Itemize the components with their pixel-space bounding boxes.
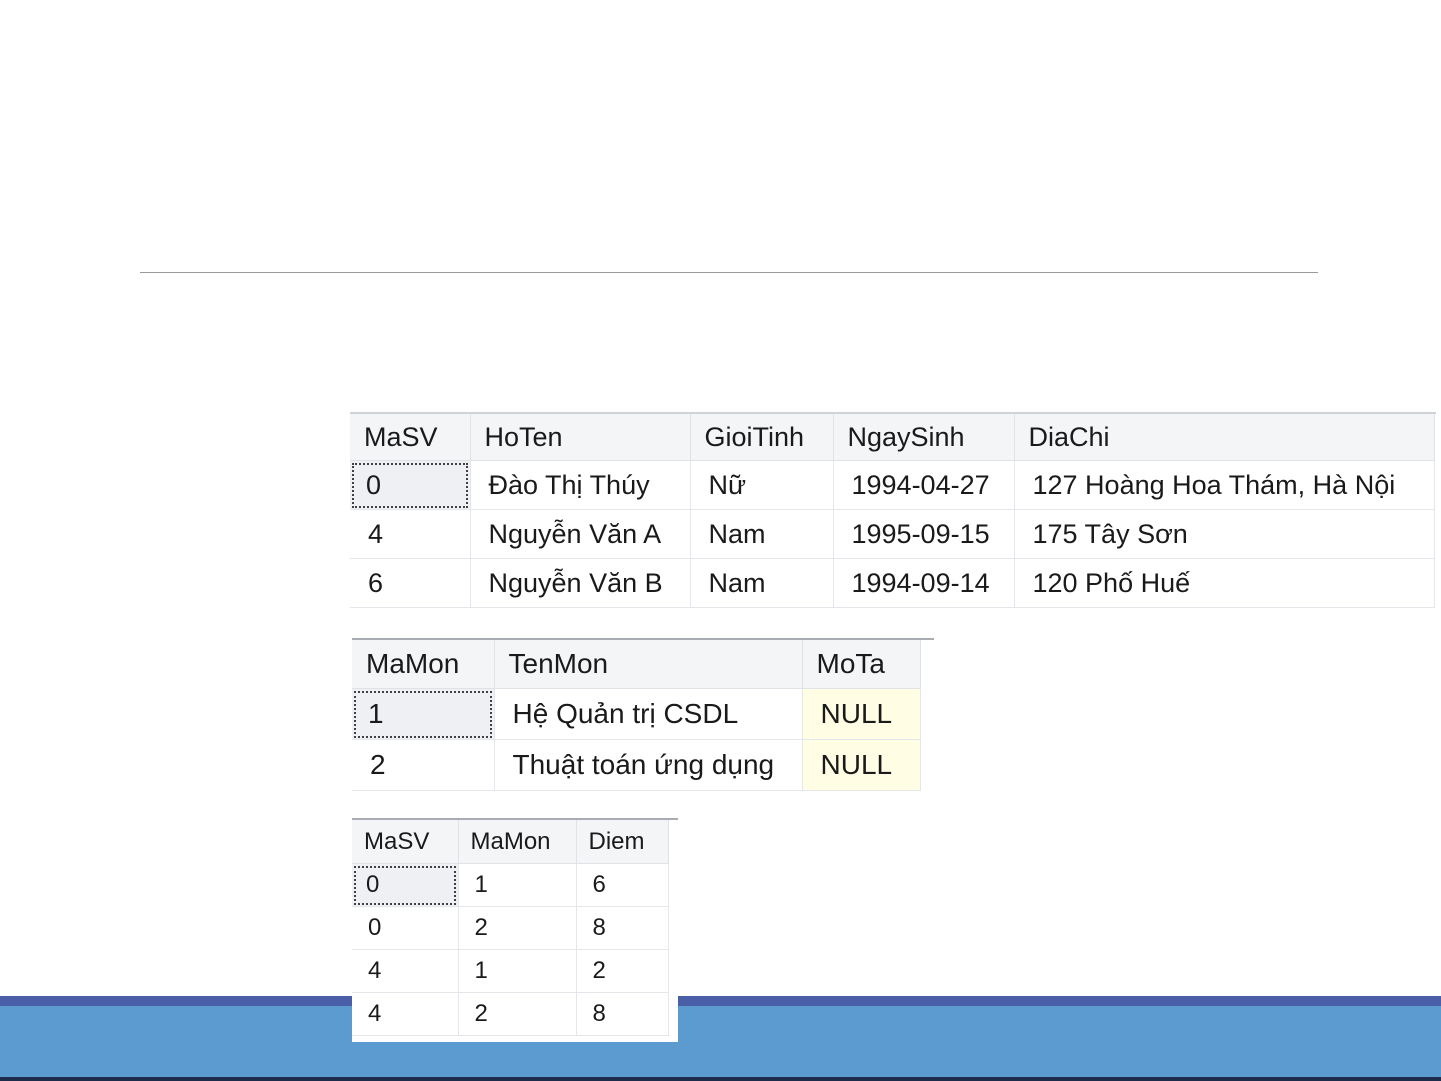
grid-header-row: MaSV MaMon Diem bbox=[352, 820, 669, 864]
grid-cell[interactable]: Hệ Quản trị CSDL bbox=[494, 688, 803, 740]
grid-header-row: MaSV HoTen GioiTinh NgaySinh DiaChi bbox=[350, 414, 1435, 461]
grid-cell[interactable]: Nam bbox=[690, 558, 834, 608]
footer-bottom-line bbox=[0, 1077, 1441, 1081]
column-header-mamon[interactable]: MaMon bbox=[458, 820, 577, 864]
column-header-mota[interactable]: MoTa bbox=[802, 640, 921, 689]
column-header-hoten[interactable]: HoTen bbox=[470, 414, 691, 461]
grid-cell-null[interactable]: NULL bbox=[802, 688, 921, 740]
table-row[interactable]: 0 Đào Thị Thúy Nữ 1994-04-27 127 Hoàng H… bbox=[350, 460, 1435, 510]
grid-cell[interactable]: Nguyễn Văn A bbox=[470, 509, 691, 559]
table-row[interactable]: 4 2 8 bbox=[352, 992, 669, 1036]
grid-cell[interactable]: 1995-09-15 bbox=[833, 509, 1015, 559]
table-row[interactable]: 0 1 6 bbox=[352, 863, 669, 907]
grid-cell[interactable]: 4 bbox=[352, 992, 459, 1036]
grid-cell[interactable]: 2 bbox=[458, 992, 577, 1036]
grid-cell[interactable]: 175 Tây Sơn bbox=[1014, 509, 1435, 559]
column-header-mamon[interactable]: MaMon bbox=[352, 640, 495, 689]
grid-cell[interactable]: 4 bbox=[350, 509, 471, 559]
table-row[interactable]: 1 Hệ Quản trị CSDL NULL bbox=[352, 688, 921, 740]
grid-cell[interactable]: 6 bbox=[350, 558, 471, 608]
column-header-diem[interactable]: Diem bbox=[576, 820, 669, 864]
grid-cell[interactable]: 8 bbox=[576, 992, 669, 1036]
grid-cell-null[interactable]: NULL bbox=[802, 739, 921, 791]
grid-cell[interactable]: Nguyễn Văn B bbox=[470, 558, 691, 608]
grid-cell[interactable]: 8 bbox=[576, 906, 669, 950]
column-header-ngaysinh[interactable]: NgaySinh bbox=[833, 414, 1015, 461]
footer-accent-line bbox=[0, 996, 1441, 1006]
table-row[interactable]: 4 Nguyễn Văn A Nam 1995-09-15 175 Tây Sơ… bbox=[350, 509, 1435, 559]
grid-cell[interactable]: 2 bbox=[352, 739, 495, 791]
grid-cell[interactable]: Nam bbox=[690, 509, 834, 559]
table-row[interactable]: 6 Nguyễn Văn B Nam 1994-09-14 120 Phố Hu… bbox=[350, 558, 1435, 608]
grid-cell[interactable]: 120 Phố Huế bbox=[1014, 558, 1435, 608]
column-header-tenmon[interactable]: TenMon bbox=[494, 640, 803, 689]
grid-cell[interactable]: 6 bbox=[576, 863, 669, 907]
column-header-diachi[interactable]: DiaChi bbox=[1014, 414, 1435, 461]
results-grid-diem[interactable]: MaSV MaMon Diem 0 1 6 0 2 8 4 1 2 4 2 8 bbox=[352, 818, 678, 1042]
table-row[interactable]: 0 2 8 bbox=[352, 906, 669, 950]
column-header-gioitinh[interactable]: GioiTinh bbox=[690, 414, 834, 461]
table-row[interactable]: 4 1 2 bbox=[352, 949, 669, 993]
grid-cell[interactable]: 4 bbox=[352, 949, 459, 993]
grid-cell[interactable]: 1 bbox=[458, 863, 577, 907]
results-grid-monhoc[interactable]: MaMon TenMon MoTa 1 Hệ Quản trị CSDL NUL… bbox=[352, 638, 934, 791]
grid-cell-selected[interactable]: 0 bbox=[350, 460, 471, 510]
grid-cell[interactable]: 1 bbox=[458, 949, 577, 993]
grid-cell[interactable]: 127 Hoàng Hoa Thám, Hà Nội bbox=[1014, 460, 1435, 510]
slide-footer-band bbox=[0, 996, 1441, 1081]
grid-cell-selected[interactable]: 0 bbox=[352, 863, 459, 907]
column-header-masv[interactable]: MaSV bbox=[350, 414, 471, 461]
slide-divider-line bbox=[140, 272, 1318, 273]
grid-cell[interactable]: Đào Thị Thúy bbox=[470, 460, 691, 510]
grid-cell[interactable]: 1994-04-27 bbox=[833, 460, 1015, 510]
column-header-masv[interactable]: MaSV bbox=[352, 820, 459, 864]
grid-cell[interactable]: 1994-09-14 bbox=[833, 558, 1015, 608]
grid-cell[interactable]: 0 bbox=[352, 906, 459, 950]
grid-cell[interactable]: Thuật toán ứng dụng bbox=[494, 739, 803, 791]
grid-header-row: MaMon TenMon MoTa bbox=[352, 640, 921, 689]
grid-cell[interactable]: 2 bbox=[576, 949, 669, 993]
table-row[interactable]: 2 Thuật toán ứng dụng NULL bbox=[352, 739, 921, 791]
grid-cell[interactable]: 2 bbox=[458, 906, 577, 950]
results-grid-sinhvien[interactable]: MaSV HoTen GioiTinh NgaySinh DiaChi 0 Đà… bbox=[350, 412, 1436, 608]
grid-cell-selected[interactable]: 1 bbox=[352, 688, 495, 740]
grid-cell[interactable]: Nữ bbox=[690, 460, 834, 510]
